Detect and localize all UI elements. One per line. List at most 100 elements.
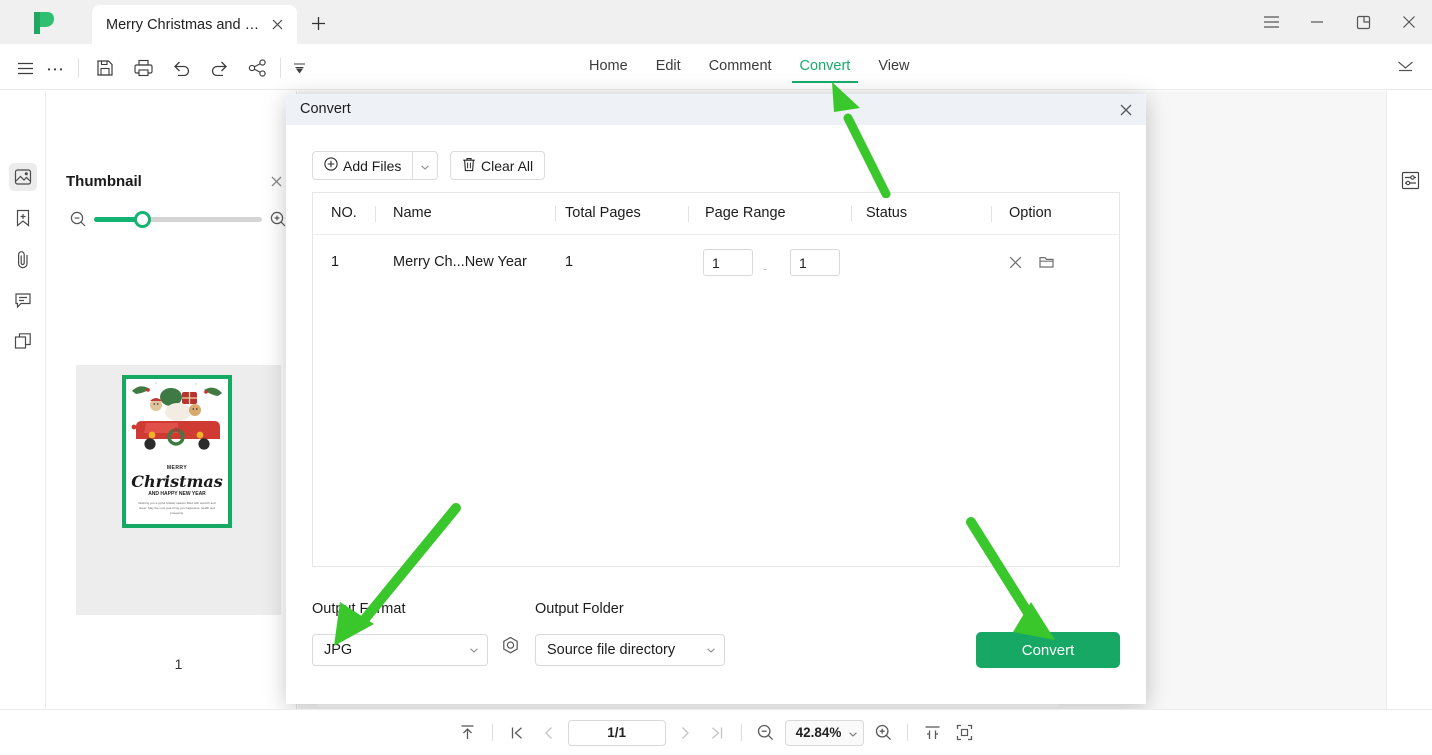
- sidebar-item-bookmark[interactable]: [9, 204, 37, 232]
- panel-title: Thumbnail: [66, 173, 142, 190]
- dialog-title: Convert: [300, 101, 351, 117]
- dialog-title-bar: [286, 94, 1146, 125]
- page-range-from-input[interactable]: [703, 249, 753, 276]
- page-thumbnail-1[interactable]: MERRY Christmas AND HAPPY NEW YEAR Wishi…: [122, 375, 232, 528]
- chevron-down-icon: [421, 157, 430, 175]
- sidebar-item-comment[interactable]: [9, 286, 37, 314]
- customize-icon[interactable]: [288, 57, 310, 79]
- application-window: Merry Christmas and Ha... Home Edit Comm…: [0, 0, 1432, 755]
- close-icon[interactable]: [1005, 252, 1025, 272]
- file-list-table: NO. Name Total Pages Page Range Status O…: [312, 192, 1120, 567]
- left-tool-rail: [0, 91, 46, 709]
- undo-icon[interactable]: [170, 57, 192, 79]
- card-line-3: AND HAPPY NEW YEAR: [148, 491, 206, 497]
- convert-button[interactable]: Convert: [976, 632, 1120, 668]
- table-header-row: NO. Name Total Pages Page Range Status O…: [313, 193, 1119, 235]
- next-page-icon[interactable]: [672, 720, 698, 746]
- trash-icon: [462, 157, 476, 175]
- collapse-ribbon-icon[interactable]: [1394, 55, 1416, 75]
- column-header-option: Option: [1009, 205, 1052, 221]
- card-line-4: Wishing you a joyful holiday season fill…: [138, 501, 216, 515]
- save-icon[interactable]: [94, 57, 116, 79]
- hamburger-icon[interactable]: [14, 57, 36, 79]
- column-header-no: NO.: [331, 205, 357, 221]
- table-row[interactable]: 1 Merry Ch...New Year 1 -: [313, 235, 1119, 287]
- minimize-icon[interactable]: [1294, 0, 1340, 44]
- plus-circle-icon: [324, 157, 338, 174]
- column-header-name: Name: [393, 205, 432, 221]
- right-tool-rail: [1386, 91, 1432, 709]
- add-files-dropdown-button[interactable]: [412, 151, 439, 180]
- chevron-down-icon: [470, 645, 478, 655]
- menu-item-view[interactable]: View: [864, 54, 923, 78]
- output-format-value: JPG: [324, 642, 353, 658]
- card-line-2: Christmas: [131, 472, 223, 491]
- output-folder-select[interactable]: Source file directory: [535, 634, 725, 666]
- redo-icon[interactable]: [208, 57, 230, 79]
- print-icon[interactable]: [132, 57, 154, 79]
- folder-icon[interactable]: [1036, 252, 1056, 272]
- fit-width-icon[interactable]: [919, 720, 945, 746]
- thumbnail-zoom-slider[interactable]: [69, 208, 287, 230]
- last-page-icon[interactable]: [704, 720, 730, 746]
- plus-icon[interactable]: [306, 11, 330, 35]
- chevron-down-icon: [707, 645, 715, 655]
- page-range-separator: -: [763, 261, 768, 276]
- title-bar: Merry Christmas and Ha...: [0, 0, 1432, 44]
- column-header-total-pages: Total Pages: [565, 205, 641, 221]
- page-range-to-input[interactable]: [790, 249, 840, 276]
- menu-item-home[interactable]: Home: [575, 54, 642, 78]
- clear-all-label: Clear All: [481, 157, 534, 174]
- add-files-group: Add Files: [312, 151, 439, 180]
- close-icon[interactable]: [266, 171, 286, 191]
- fit-page-icon[interactable]: [951, 720, 977, 746]
- properties-panel-icon[interactable]: [1398, 168, 1422, 192]
- document-tab-title: Merry Christmas and Ha...: [106, 16, 267, 33]
- first-page-icon[interactable]: [504, 720, 530, 746]
- zoom-out-icon[interactable]: [69, 210, 87, 228]
- scroll-to-top-icon[interactable]: [455, 720, 481, 746]
- add-files-button[interactable]: Add Files: [312, 151, 413, 180]
- slider-handle[interactable]: [134, 210, 152, 228]
- menu-item-comment[interactable]: Comment: [695, 54, 786, 78]
- output-folder-value: Source file directory: [547, 642, 676, 658]
- sidebar-item-thumbnail[interactable]: [9, 163, 37, 191]
- zoom-level-value: 42.84%: [795, 725, 842, 740]
- chevron-down-icon: [849, 725, 858, 740]
- zoom-level-select[interactable]: 42.84%: [784, 719, 865, 746]
- sidebar-item-stamp[interactable]: [9, 327, 37, 355]
- christmas-card-art: MERRY Christmas AND HAPPY NEW YEAR Wishi…: [126, 379, 228, 524]
- ribbon-menu: Home Edit Comment Convert View: [575, 54, 924, 83]
- close-icon[interactable]: [267, 15, 287, 35]
- close-icon[interactable]: [1114, 99, 1138, 121]
- column-header-page-range: Page Range: [705, 205, 786, 221]
- sidebar-item-attachment[interactable]: [9, 245, 37, 273]
- column-header-status: Status: [866, 205, 908, 221]
- slider-track[interactable]: [94, 210, 262, 228]
- menu-item-convert[interactable]: Convert: [786, 54, 865, 83]
- window-controls: [1248, 0, 1432, 44]
- cell-total-pages: 1: [565, 254, 574, 270]
- zoom-in-icon[interactable]: [269, 210, 287, 228]
- document-tab[interactable]: Merry Christmas and Ha...: [92, 5, 297, 44]
- output-format-select[interactable]: JPG: [312, 634, 488, 666]
- cell-name: Merry Ch...New Year: [393, 254, 527, 270]
- hamburger-menu-icon[interactable]: [1248, 0, 1294, 44]
- share-icon[interactable]: [246, 57, 268, 79]
- settings-gear-icon[interactable]: [498, 634, 522, 658]
- clear-all-button[interactable]: Clear All: [450, 151, 546, 180]
- close-icon[interactable]: [1386, 0, 1432, 44]
- card-line-1: MERRY: [166, 465, 188, 471]
- thumbnail-page-number: 1: [174, 656, 183, 672]
- zoom-in-icon[interactable]: [870, 720, 896, 746]
- more-icon[interactable]: [44, 57, 66, 79]
- previous-page-icon[interactable]: [536, 720, 562, 746]
- status-bar: 1/1 42.84%: [0, 709, 1432, 755]
- restore-icon[interactable]: [1340, 0, 1386, 44]
- zoom-out-icon[interactable]: [753, 720, 779, 746]
- output-format-label: Output Format: [312, 601, 406, 617]
- page-number-input[interactable]: 1/1: [567, 719, 666, 746]
- add-files-label: Add Files: [343, 157, 402, 174]
- menu-item-edit[interactable]: Edit: [642, 54, 695, 78]
- app-logo-icon: [34, 12, 54, 34]
